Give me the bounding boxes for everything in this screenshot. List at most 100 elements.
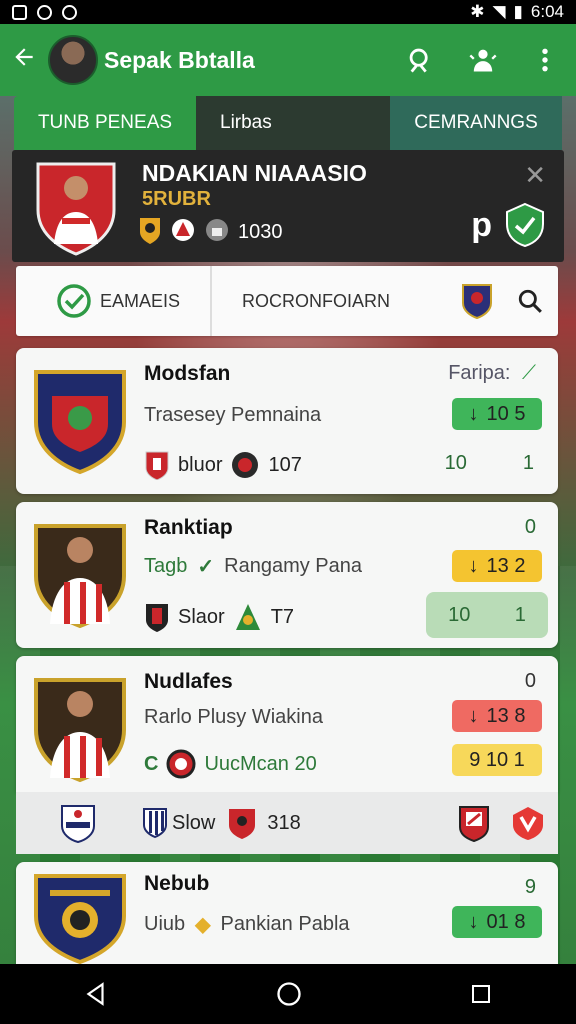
signal-icon: ▮ <box>513 2 523 21</box>
shield-check-icon[interactable] <box>504 202 546 253</box>
team-row-number: 318 <box>267 811 301 834</box>
wifi-icon: ◥ <box>492 2 506 21</box>
card-corner-text: Faripa: <box>448 362 511 384</box>
featured-title: NDAKIAN NIAAASIO <box>142 160 367 186</box>
score-pill[interactable]: ↓ 13 2 <box>452 550 542 582</box>
club-badge-icon <box>146 604 168 632</box>
search-button[interactable] <box>390 46 452 74</box>
tab-cemranngs[interactable]: CEMRANNGS <box>390 96 562 150</box>
score-box[interactable]: 10 1 <box>426 592 548 638</box>
player-badge-icon <box>30 520 130 637</box>
tab-bar: TUNB PENEAS Lirbas CEMRANNGS <box>14 96 562 150</box>
card-subtitle-b: Rangamy Pana <box>224 555 363 577</box>
app-title: Sepak Bbtalla <box>104 46 255 73</box>
featured-count: 1030 <box>238 221 283 243</box>
card-club-text: UucMcan 20 <box>204 752 317 775</box>
club-badge-icon <box>140 218 160 244</box>
search-icon <box>409 48 428 73</box>
score-home: 10 <box>448 603 471 626</box>
list-item[interactable]: Modsfan Trasesey Pemnaina bluor 107 Fari… <box>16 348 558 494</box>
card-name: Nebub <box>144 872 210 895</box>
player-badge-icon <box>30 674 130 791</box>
avatar[interactable] <box>48 35 98 85</box>
filter-row: EAMAEIS ROCRONFOIARN <box>16 266 558 336</box>
arrow-down-icon: ↓ <box>468 402 479 425</box>
bolt-icon: ◆ <box>195 914 211 936</box>
screenshot-icon <box>12 4 27 20</box>
score-pill-value: 10 5 <box>486 402 526 425</box>
card-name: Ranktiap <box>144 516 233 539</box>
list-item[interactable]: Nudlafes Rarlo Plusy Wiakina C UucMcan 2… <box>16 656 558 792</box>
score-pill-value: 13 8 <box>486 704 526 727</box>
club-badge-icon <box>232 452 259 478</box>
tab-tunb-peneas[interactable]: TUNB PENEAS <box>14 96 196 150</box>
club-badge-icon <box>458 806 489 842</box>
arrow-down-icon: ↓ <box>468 910 479 933</box>
back-arrow-icon[interactable] <box>0 44 48 77</box>
more-options-button[interactable] <box>514 47 576 73</box>
status-time: 6:04 <box>530 2 564 21</box>
card-name: Nudlafes <box>144 670 233 693</box>
check-circle-icon <box>57 284 91 318</box>
edit-icon[interactable]: ⟋ <box>522 362 536 384</box>
card-subtitle-row: Uiub ◆ Pankian Pabla <box>144 912 350 937</box>
close-icon[interactable]: ✕ <box>524 160 546 191</box>
score-pill-value: 13 2 <box>486 554 526 577</box>
club-crest-icon[interactable] <box>452 283 502 319</box>
card-subtitle-b: Pankian Pabla <box>220 913 350 935</box>
team-button[interactable] <box>452 46 514 74</box>
arrow-down-icon: ↓ <box>468 554 479 577</box>
list-item[interactable]: Nebub Uiub ◆ Pankian Pabla 9 ↓ 01 8 <box>16 862 558 965</box>
status-bar: ✱ ◥ ▮ 6:04 <box>0 0 576 24</box>
score-pill-secondary[interactable]: 9 10 1 <box>452 744 542 776</box>
card-subtitle-a: Tagb <box>144 555 188 577</box>
club-badge-icon <box>512 807 543 840</box>
club-badge-icon <box>235 604 260 630</box>
club-badge-icon <box>172 219 194 241</box>
score-pill[interactable]: ↓ 13 8 <box>452 700 542 732</box>
notification-icon <box>37 4 52 20</box>
score-pill[interactable]: ↓ 10 5 <box>452 398 542 430</box>
featured-subtitle: 5RUBR <box>142 188 211 210</box>
team-row[interactable]: Slow 318 <box>16 792 558 854</box>
card-corner-value: 9 <box>524 876 536 898</box>
club-badge-icon <box>61 805 95 844</box>
filter-search-button[interactable] <box>502 288 558 314</box>
card-corner-value: 0 <box>524 670 536 692</box>
search-icon <box>518 289 542 313</box>
card-subtitle-row: Tagb ✓ Rangamy Pana <box>144 554 362 579</box>
list-item[interactable]: Ranktiap Tagb ✓ Rangamy Pana Slaor T7 0 … <box>16 502 558 648</box>
home-circle-icon[interactable] <box>275 980 303 1008</box>
player-badge-icon <box>32 156 120 261</box>
club-badge-icon <box>143 808 167 839</box>
check-icon: ✓ <box>197 556 215 578</box>
team-row-text: Slow <box>172 811 216 834</box>
card-name: Modsfan <box>144 362 231 385</box>
score-home: 10 <box>444 452 467 474</box>
card-corner-label: Faripa: ⟋ <box>448 362 536 385</box>
filter-eamaeis[interactable]: EAMAEIS <box>16 266 212 336</box>
whatsapp-icon <box>62 4 77 20</box>
featured-player-card[interactable]: NDAKIAN NIAAASIO 5RUBR 1030 ✕ p <box>12 150 564 262</box>
back-triangle-icon[interactable] <box>83 981 109 1007</box>
tab-lirbas[interactable]: Lirbas <box>196 96 390 150</box>
card-club-text: bluor <box>178 453 223 476</box>
score-pill-value: 01 8 <box>486 910 526 933</box>
filter-rocronfoiarn[interactable]: ROCRONFOIARN <box>212 291 452 312</box>
card-subtitle: Rarlo Plusy Wiakina <box>144 706 323 728</box>
bluetooth-icon: ✱ <box>470 2 485 21</box>
team-icon <box>469 49 497 72</box>
more-vert-icon <box>542 48 548 72</box>
recents-square-icon[interactable] <box>469 982 493 1006</box>
p-logo[interactable]: p <box>471 206 492 245</box>
score-away: 1 <box>514 603 526 626</box>
score-pill[interactable]: ↓ 01 8 <box>452 906 542 938</box>
card-club-number: 107 <box>268 453 302 476</box>
c-icon: C <box>144 752 159 775</box>
app-bar: Sepak Bbtalla <box>0 24 576 96</box>
club-badge-icon <box>229 809 256 839</box>
card-club-text: Slaor <box>178 605 225 628</box>
system-nav-bar <box>0 964 576 1024</box>
score-away: 1 <box>522 452 534 474</box>
card-corner-value: 0 <box>524 516 536 538</box>
